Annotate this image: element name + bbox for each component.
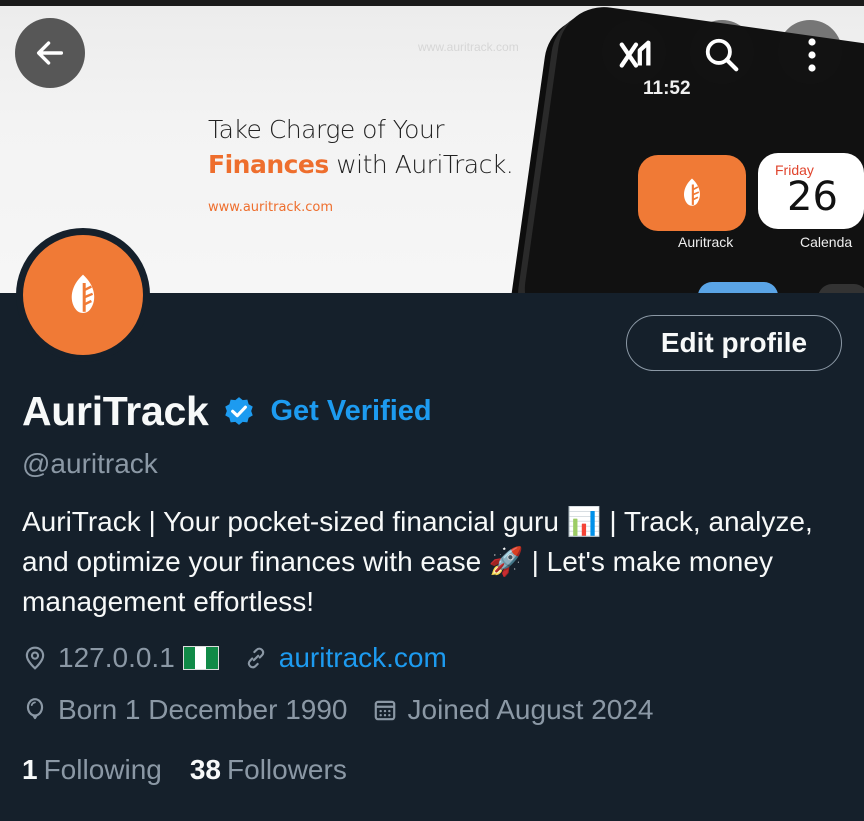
avatar-image <box>23 235 143 355</box>
website-item[interactable]: auritrack.com <box>243 642 447 674</box>
website-link[interactable]: auritrack.com <box>279 642 447 674</box>
get-verified-link[interactable]: Get Verified <box>270 395 431 428</box>
banner-watermark: www.auritrack.com <box>418 40 519 54</box>
auritrack-app-icon <box>638 155 746 231</box>
leaf-logo-icon <box>684 178 700 206</box>
birthday-text: Born 1 December 1990 <box>58 694 348 725</box>
location-item: 127.0.0.1 <box>22 642 219 674</box>
nigeria-flag-icon <box>182 646 219 670</box>
joined-text: Joined August 2024 <box>407 694 654 725</box>
auritrack-app-label: Auritrack <box>678 234 734 250</box>
calendar-icon <box>374 700 395 721</box>
following-label[interactable]: Following <box>44 754 162 786</box>
location-text: 127.0.0.1 <box>58 642 175 673</box>
profile-meta-row-1: 127.0.0.1 auritrack.com <box>22 642 471 674</box>
profile-bio: AuriTrack | Your pocket-sized financial … <box>22 506 813 617</box>
avatar[interactable] <box>16 228 150 362</box>
calendar-app-label: Calenda <box>800 234 853 250</box>
balloon-icon <box>26 698 44 720</box>
location-pin-icon <box>25 646 45 670</box>
following-count[interactable]: 1 <box>22 754 38 786</box>
other-app-icon <box>818 284 864 293</box>
back-button[interactable] <box>15 18 85 88</box>
more-vertical-icon[interactable] <box>792 35 832 75</box>
leaf-logo-icon <box>71 274 95 313</box>
followers-label[interactable]: Followers <box>227 754 347 786</box>
edit-profile-button[interactable]: Edit profile <box>626 315 842 371</box>
verified-badge-icon[interactable] <box>222 395 256 429</box>
banner-headline: Take Charge of Your Finances with AuriTr… <box>208 112 528 182</box>
profile-name-row: AuriTrack Get Verified <box>22 388 432 435</box>
more-glyph <box>808 38 816 72</box>
banner-url: www.auritrack.com <box>208 200 333 215</box>
banner-headline-accent: Finances <box>208 150 329 179</box>
banner-headline-rest: with AuriTrack. <box>328 150 514 179</box>
banner-headline-line1: Take Charge of Your <box>208 115 445 144</box>
display-name: AuriTrack <box>22 388 209 434</box>
follow-stats: 1 Following 38 Followers <box>22 754 375 786</box>
phone-time: 11:52 <box>643 78 691 99</box>
calendar-date: 26 <box>787 174 838 220</box>
link-icon <box>247 647 265 669</box>
search-glyph <box>705 38 739 72</box>
search-icon[interactable] <box>702 35 742 75</box>
joined-item: Joined August 2024 <box>372 694 654 726</box>
profile-meta-row-2: Born 1 December 1990 Joined August 2024 <box>22 694 678 726</box>
followers-count[interactable]: 38 <box>190 754 221 786</box>
grok-glyph <box>619 40 651 68</box>
birthday-item: Born 1 December 1990 <box>22 694 348 726</box>
arrow-left-icon <box>36 41 64 65</box>
grok-icon[interactable] <box>616 36 656 76</box>
profile-handle: @auritrack <box>22 448 158 479</box>
maps-app-icon <box>698 282 778 293</box>
